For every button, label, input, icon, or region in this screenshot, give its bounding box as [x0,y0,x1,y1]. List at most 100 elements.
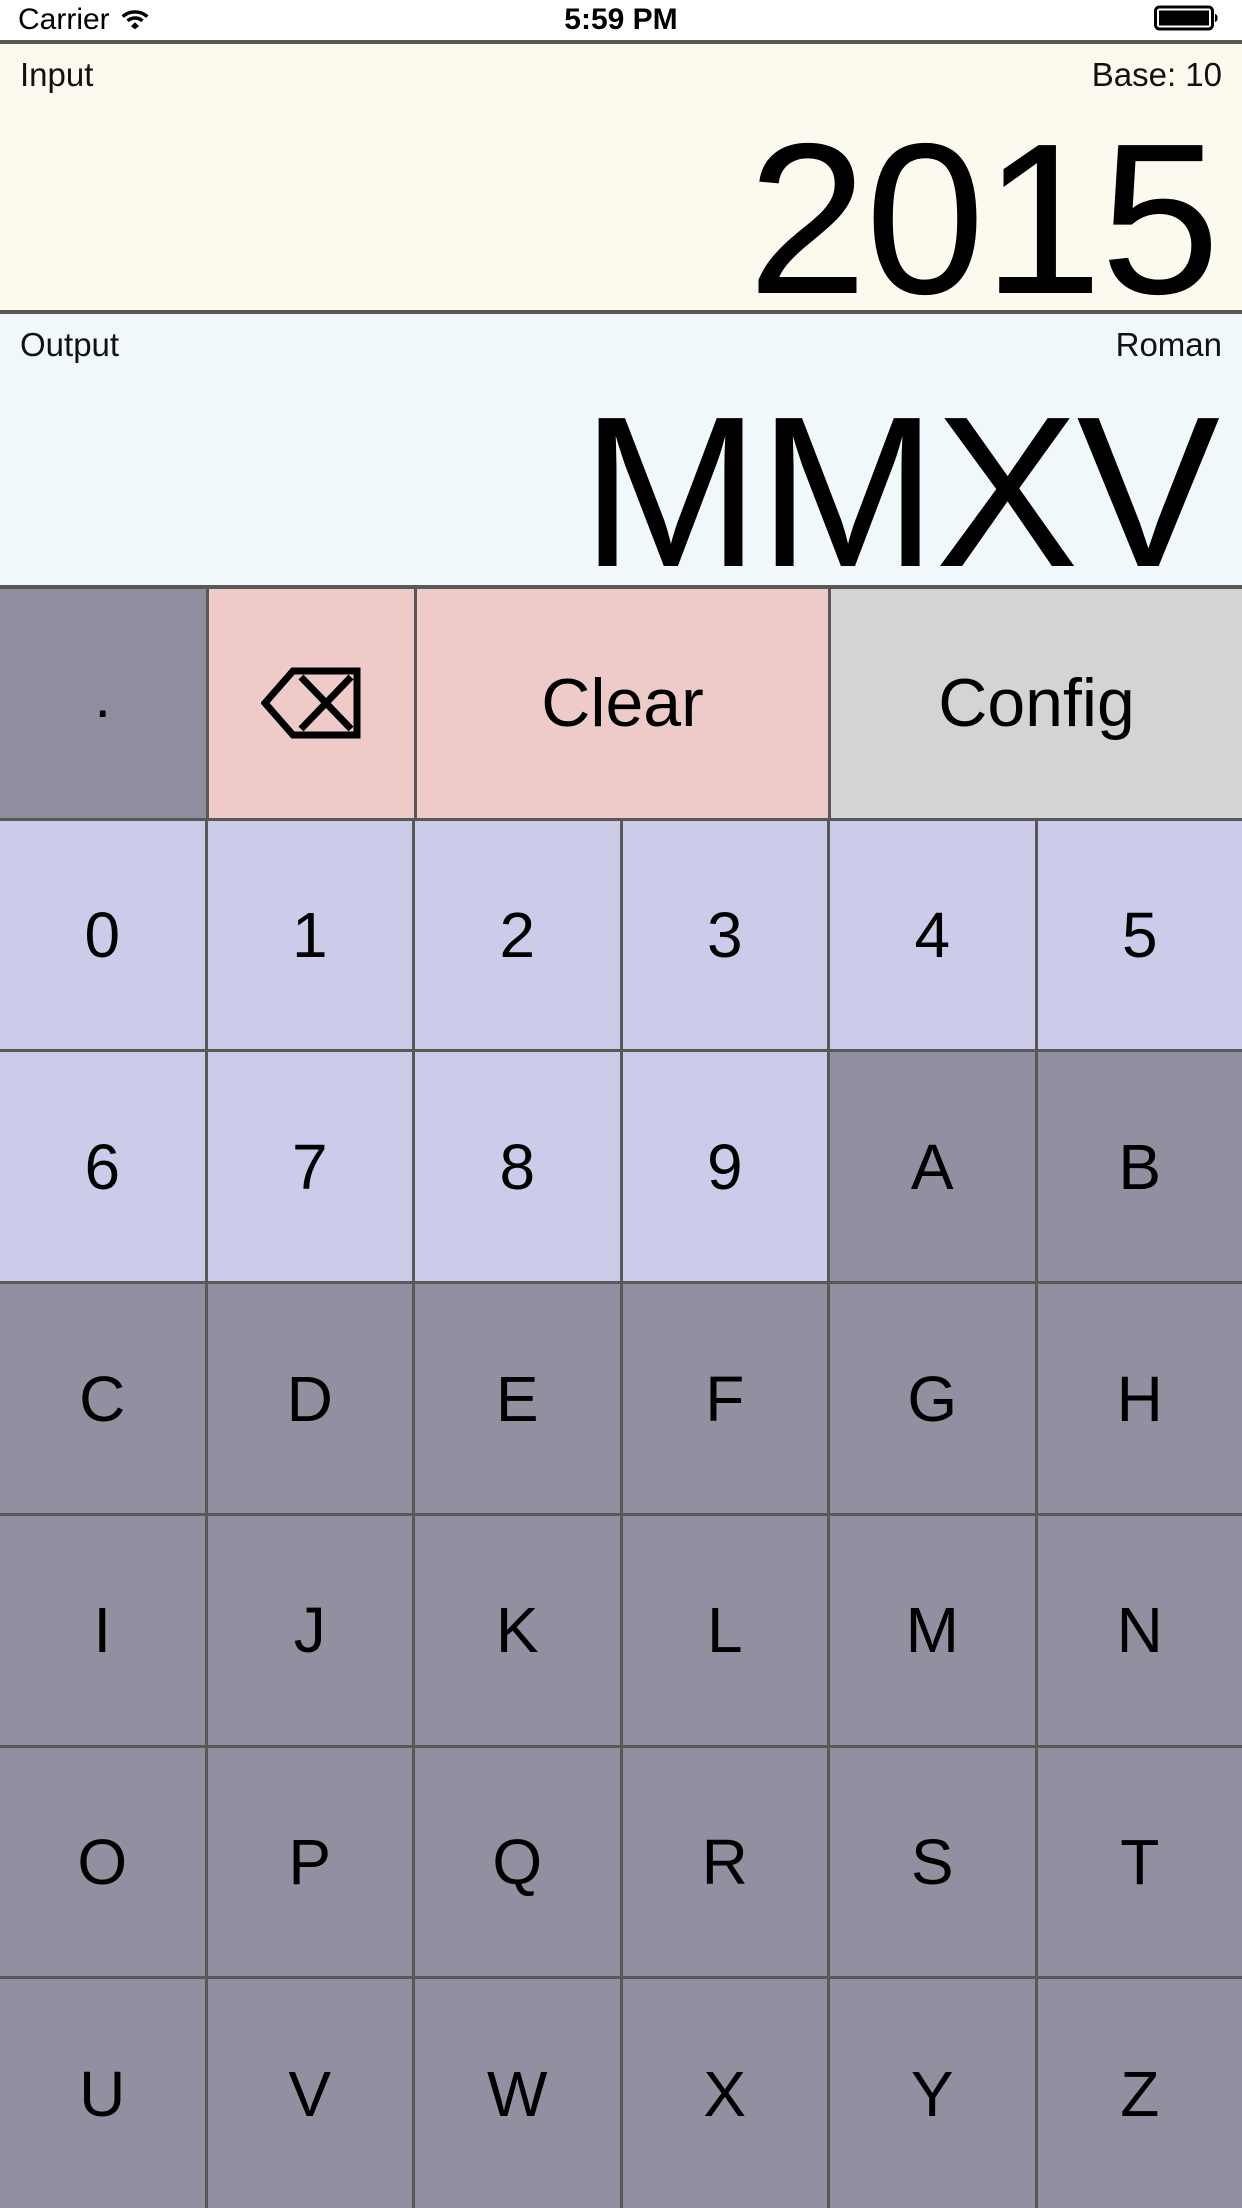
wifi-icon [120,6,150,35]
key-decimal-point[interactable]: . [0,589,209,818]
key-g: G [830,1284,1038,1513]
key-z-label: Z [1120,2057,1160,2130]
keypad-row: C D E F G H [0,1284,1242,1516]
app-root: Carrier 5:59 PM Input Base: 10 2015 Outp… [0,0,1242,2208]
keypad-row: I J K L M N [0,1515,1242,1748]
key-0-label: 0 [84,899,121,972]
key-r-label: R [701,1825,748,1898]
keypad-row: 6 7 8 9 A B [0,1052,1242,1285]
key-p: P [207,1747,415,1977]
battery-full-icon [1154,3,1224,38]
key-7-label: 7 [291,1130,328,1203]
key-x: X [622,1979,830,2208]
key-d-label: D [286,1362,333,1435]
key-e: E [415,1284,623,1513]
key-j: J [207,1515,415,1745]
clear-button[interactable]: Clear [417,589,831,818]
key-n-label: N [1116,1594,1163,1667]
keypad-row: O P Q R S T [0,1747,1242,1980]
key-b-label: B [1118,1130,1162,1203]
clear-button-label: Clear [541,665,704,742]
key-9[interactable]: 9 [622,1052,830,1282]
key-m: M [830,1515,1038,1745]
key-s: S [830,1747,1038,1977]
key-n: N [1037,1515,1242,1745]
clock-label: 5:59 PM [564,3,678,36]
key-h-label: H [1116,1362,1163,1435]
key-q: Q [415,1747,623,1977]
key-2[interactable]: 2 [415,820,623,1050]
key-h: H [1037,1284,1242,1513]
key-w: W [415,1979,623,2208]
input-panel[interactable]: Input Base: 10 2015 [0,40,1242,310]
output-panel[interactable]: Output Roman MMXV [0,310,1242,585]
key-q-label: Q [492,1825,543,1898]
output-format-label: Roman [1115,326,1222,363]
key-o: O [0,1747,208,1977]
key-s-label: S [910,1825,954,1898]
key-f: F [622,1284,830,1513]
key-m-label: M [905,1594,959,1667]
key-a-label: A [910,1130,954,1203]
key-x-label: X [703,2057,747,2130]
key-j-label: J [293,1594,326,1667]
key-r: R [622,1747,830,1977]
key-2-label: 2 [499,899,536,972]
key-z: Z [1037,1979,1242,2208]
key-6-label: 6 [84,1130,121,1203]
key-decimal-point-label: . [94,663,112,731]
key-8-label: 8 [499,1130,536,1203]
keypad-row: 0 1 2 3 4 5 [0,820,1242,1053]
output-label: Output [20,326,120,363]
key-k-label: K [495,1594,539,1667]
key-w-label: W [487,2057,548,2130]
key-p-label: P [288,1825,332,1898]
key-u: U [0,1979,208,2208]
key-i: I [0,1515,208,1745]
key-9-label: 9 [706,1130,743,1203]
input-value: 2015 [747,98,1220,310]
status-bar: Carrier 5:59 PM [0,0,1242,40]
key-e-label: E [495,1362,539,1435]
config-button[interactable]: Config [831,589,1242,818]
output-value: MMXV [581,371,1220,585]
key-t-label: T [1120,1825,1160,1898]
key-6[interactable]: 6 [0,1052,208,1282]
input-panel-header: Input Base: 10 [20,56,1222,94]
key-4-label: 4 [914,899,951,972]
key-u-label: U [79,2057,126,2130]
key-8[interactable]: 8 [415,1052,623,1282]
key-1[interactable]: 1 [207,820,415,1050]
key-i-label: I [93,1594,112,1667]
key-4[interactable]: 4 [830,820,1038,1050]
input-label: Input [20,56,94,93]
key-f-label: F [705,1362,745,1435]
keypad-row: U V W X Y Z [0,1979,1242,2208]
key-3-label: 3 [706,899,743,972]
backspace-icon[interactable] [208,589,417,818]
key-5[interactable]: 5 [1037,820,1242,1050]
output-panel-header: Output Roman [20,326,1222,364]
key-7[interactable]: 7 [207,1052,415,1282]
keypad: . Clear Config 0 1 2 3 4 5 6 7 8 9 A B C D E F G H I J K L M N O P Q R… [0,585,1242,2208]
key-y: Y [830,1979,1038,2208]
key-1-label: 1 [291,899,328,972]
key-t: T [1037,1747,1242,1977]
status-bar-right [1154,3,1224,38]
key-l: L [622,1515,830,1745]
key-l-label: L [706,1594,743,1667]
key-o-label: O [77,1825,128,1898]
key-a: A [830,1052,1038,1282]
key-d: D [207,1284,415,1513]
key-0[interactable]: 0 [0,820,208,1050]
key-c-label: C [79,1362,126,1435]
config-button-label: Config [938,665,1135,742]
key-5-label: 5 [1121,899,1158,972]
status-bar-left: Carrier [18,5,150,35]
input-base-label: Base: 10 [1091,56,1222,93]
backspace-icon [261,667,361,739]
key-3[interactable]: 3 [622,820,830,1050]
key-c: C [0,1284,208,1513]
carrier-label: Carrier [18,3,110,36]
key-v: V [207,1979,415,2208]
